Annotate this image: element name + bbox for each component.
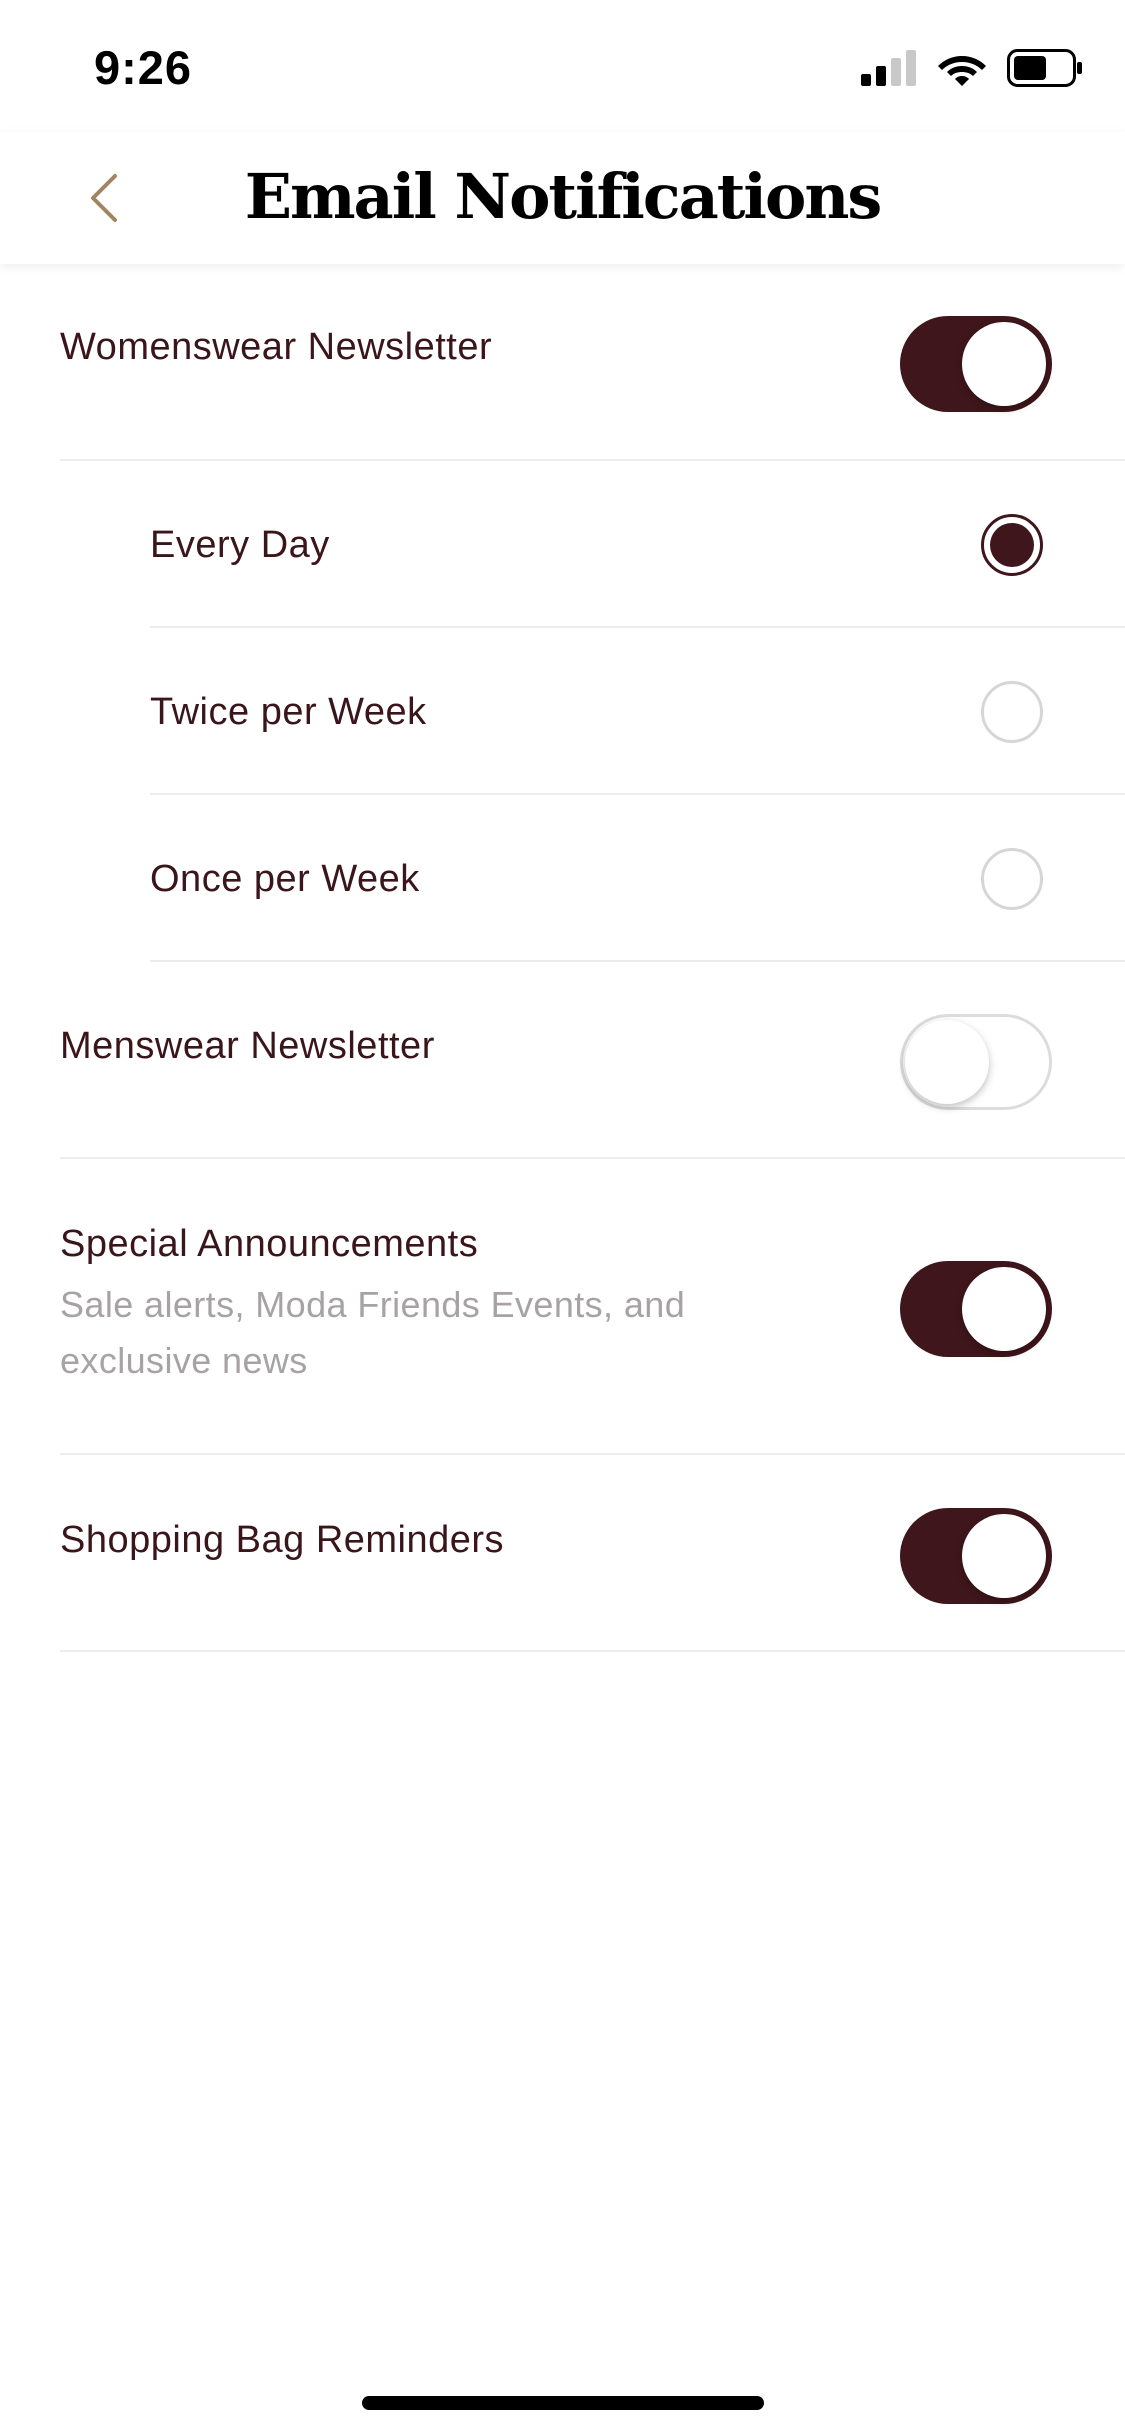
home-indicator[interactable] bbox=[362, 2396, 764, 2410]
toggle-knob bbox=[962, 1514, 1046, 1598]
once-per-week-radio[interactable] bbox=[981, 848, 1043, 910]
frequency-option-label: Every Day bbox=[150, 524, 330, 566]
womenswear-newsletter-label: Womenswear Newsletter bbox=[60, 326, 493, 368]
navigation-bar: Email Notifications bbox=[0, 132, 1125, 264]
divider bbox=[60, 1650, 1125, 1652]
battery-icon bbox=[1007, 49, 1082, 87]
toggle-knob bbox=[962, 322, 1046, 406]
email-notifications-screen: 9:26 Email Notifications Womenswear News… bbox=[0, 0, 1125, 2436]
divider bbox=[60, 1157, 1125, 1159]
frequency-option-label: Once per Week bbox=[150, 858, 420, 900]
shopping-bag-reminders-label: Shopping Bag Reminders bbox=[60, 1519, 505, 1561]
frequency-option-once-per-week[interactable]: Once per Week bbox=[150, 856, 1050, 902]
toggle-knob bbox=[962, 1267, 1046, 1351]
status-icons bbox=[861, 48, 1083, 88]
cellular-signal-icon bbox=[861, 50, 916, 86]
special-announcements-label: Special Announcements bbox=[60, 1223, 479, 1265]
shopping-bag-reminders-toggle[interactable] bbox=[900, 1508, 1052, 1604]
divider bbox=[60, 459, 1125, 461]
twice-per-week-radio[interactable] bbox=[981, 681, 1043, 743]
page-title: Email Notifications bbox=[244, 160, 883, 233]
every-day-radio[interactable] bbox=[981, 514, 1043, 576]
womenswear-newsletter-toggle[interactable] bbox=[900, 316, 1052, 412]
special-announcements-toggle[interactable] bbox=[900, 1261, 1052, 1357]
menswear-newsletter-toggle[interactable] bbox=[900, 1014, 1052, 1110]
divider bbox=[60, 1453, 1125, 1455]
special-announcements-description: Sale alerts, Moda Friends Events, and ex… bbox=[60, 1284, 686, 1381]
special-announcements-row: Special Announcements Sale alerts, Moda … bbox=[60, 1221, 760, 1389]
status-bar: 9:26 bbox=[0, 0, 1125, 132]
wifi-icon bbox=[938, 56, 986, 86]
status-time: 9:26 bbox=[94, 41, 193, 94]
divider bbox=[150, 626, 1125, 628]
frequency-option-label: Twice per Week bbox=[150, 691, 427, 733]
menswear-newsletter-label: Menswear Newsletter bbox=[60, 1025, 435, 1067]
frequency-option-every-day[interactable]: Every Day bbox=[150, 522, 1050, 568]
frequency-option-twice-per-week[interactable]: Twice per Week bbox=[150, 689, 1050, 735]
divider bbox=[150, 793, 1125, 795]
divider bbox=[150, 960, 1125, 962]
toggle-knob bbox=[905, 1020, 989, 1104]
